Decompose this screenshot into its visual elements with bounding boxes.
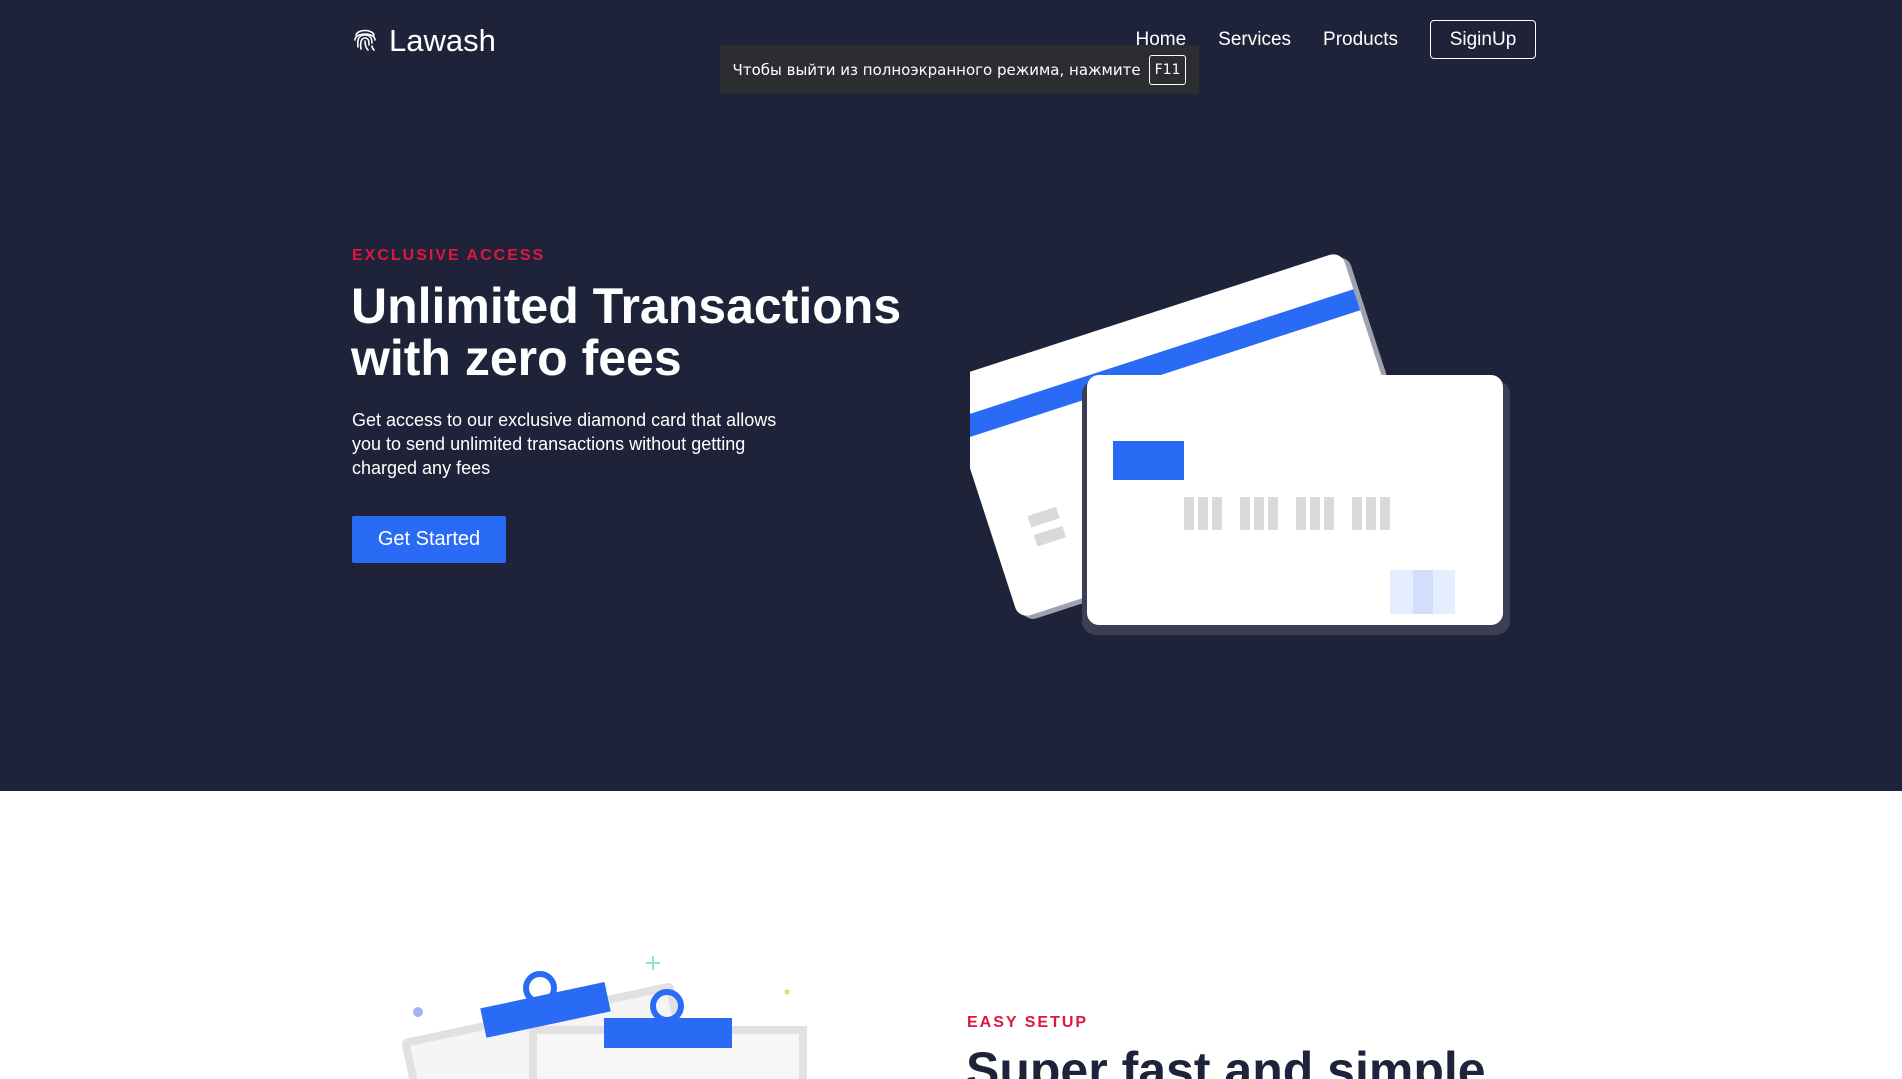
hero-title-line2: with zero fees xyxy=(351,330,682,386)
hero-eyebrow: EXCLUSIVE ACCESS xyxy=(352,247,546,264)
brand-logo[interactable]: Lawash xyxy=(351,21,496,61)
front-card xyxy=(1082,375,1510,635)
section2-eyebrow: EASY SETUP xyxy=(967,1014,1089,1031)
credit-cards-illustration xyxy=(970,254,1510,635)
hero-section: Lawash Home Services Products SiginUp Чт… xyxy=(0,0,1902,791)
get-started-button[interactable]: Get Started xyxy=(352,516,506,563)
hero-title: Unlimited Transactions with zero fees xyxy=(351,280,951,384)
fullscreen-notice-key: F11 xyxy=(1148,54,1187,85)
fingerprint-icon xyxy=(351,25,379,58)
section2-title: Super fast and simple xyxy=(966,1042,1486,1079)
fullscreen-notice: Чтобы выйти из полноэкранного режима, на… xyxy=(720,45,1199,94)
nav-link-products[interactable]: Products xyxy=(1323,21,1398,59)
brand-name: Lawash xyxy=(389,23,496,58)
nav-link-services[interactable]: Services xyxy=(1218,21,1291,59)
clipboard-illustration xyxy=(401,956,807,1079)
hero-title-line1: Unlimited Transactions xyxy=(351,278,902,334)
hero-description: Get access to our exclusive diamond card… xyxy=(352,410,777,478)
signup-button[interactable]: SiginUp xyxy=(1430,20,1536,59)
fullscreen-notice-text: Чтобы выйти из полноэкранного режима, на… xyxy=(732,60,1141,79)
